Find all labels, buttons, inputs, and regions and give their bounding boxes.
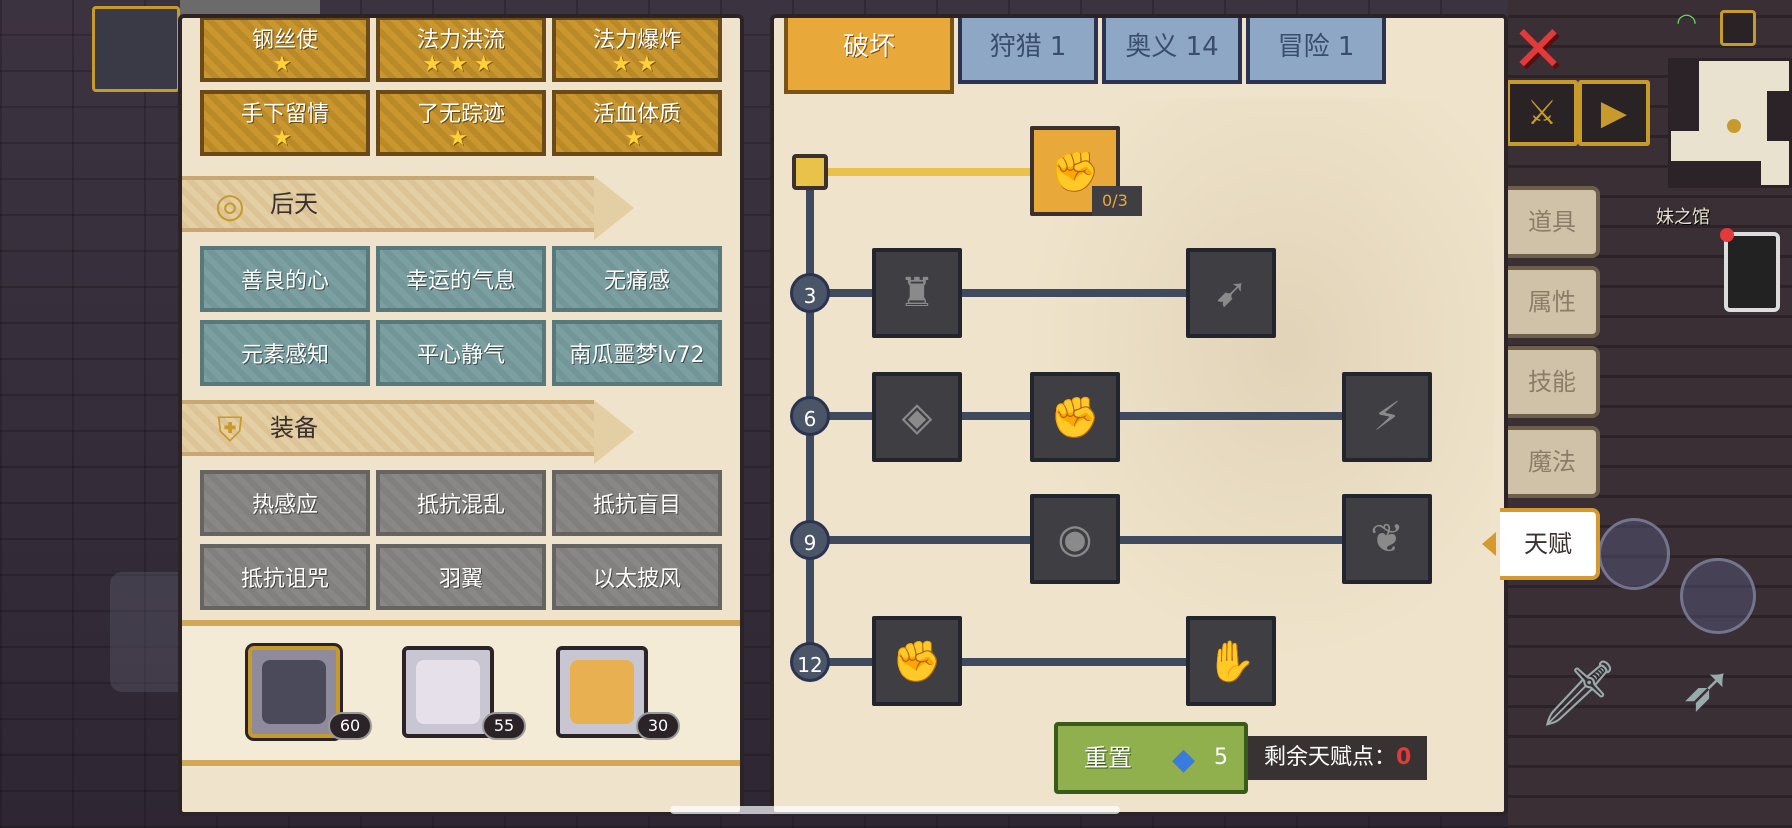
talent-node-arrow[interactable]: ➹ bbox=[1186, 248, 1276, 338]
talent-node-shard[interactable]: ◈ bbox=[872, 372, 962, 462]
talent-node-punch[interactable]: ✊ bbox=[1030, 372, 1120, 462]
punch-icon: ✊ bbox=[1050, 394, 1100, 441]
tier-level-badge: 3 bbox=[790, 273, 830, 313]
reset-talents-button[interactable]: 重置 ◆ 5 bbox=[1054, 722, 1248, 794]
side-tab-magic[interactable]: 魔法 bbox=[1508, 426, 1600, 498]
arrow-icon: ➹ bbox=[1214, 270, 1248, 316]
ripple-icon: ◉ bbox=[1057, 516, 1093, 562]
remaining-points: 剩余天赋点：0 bbox=[1248, 736, 1428, 780]
side-tab-items[interactable]: 道具 bbox=[1508, 186, 1600, 258]
talent-node-ripple[interactable]: ◉ bbox=[1030, 494, 1120, 584]
node-progress: 0/3 bbox=[1092, 186, 1142, 216]
reset-label: 重置 bbox=[1084, 744, 1132, 772]
grip-icon: ✋ bbox=[1206, 638, 1256, 685]
diamond-icon: ◆ bbox=[1172, 742, 1196, 777]
side-tab-skills[interactable]: 技能 bbox=[1508, 346, 1600, 418]
tier-level-badge: 12 bbox=[790, 642, 830, 682]
remaining-label: 剩余天赋点： bbox=[1264, 745, 1397, 770]
talent-node-bat[interactable]: ❦ bbox=[1342, 494, 1432, 584]
torso-icon: ♜ bbox=[899, 270, 935, 316]
tier-level-badge: 9 bbox=[790, 520, 830, 560]
talent-node-body[interactable]: ♜ bbox=[872, 248, 962, 338]
talent-node-grip[interactable]: ✋ bbox=[1186, 616, 1276, 706]
shard-icon: ◈ bbox=[901, 394, 933, 440]
fist-icon: ✊ bbox=[892, 638, 942, 685]
talent-node-slash[interactable]: ⚡ bbox=[1342, 372, 1432, 462]
tier-level-badge: 6 bbox=[790, 396, 830, 436]
side-tab-talent[interactable]: 天赋 bbox=[1482, 508, 1600, 580]
home-indicator[interactable] bbox=[670, 806, 1120, 814]
tree-root-knob bbox=[792, 154, 828, 190]
slash-icon: ⚡ bbox=[1372, 394, 1402, 440]
remaining-value: 0 bbox=[1396, 745, 1412, 770]
bat-icon: ❦ bbox=[1370, 516, 1404, 562]
talent-node-fist[interactable]: ✊ bbox=[872, 616, 962, 706]
reset-cost: 5 bbox=[1214, 745, 1228, 770]
side-tab-attributes[interactable]: 属性 bbox=[1508, 266, 1600, 338]
